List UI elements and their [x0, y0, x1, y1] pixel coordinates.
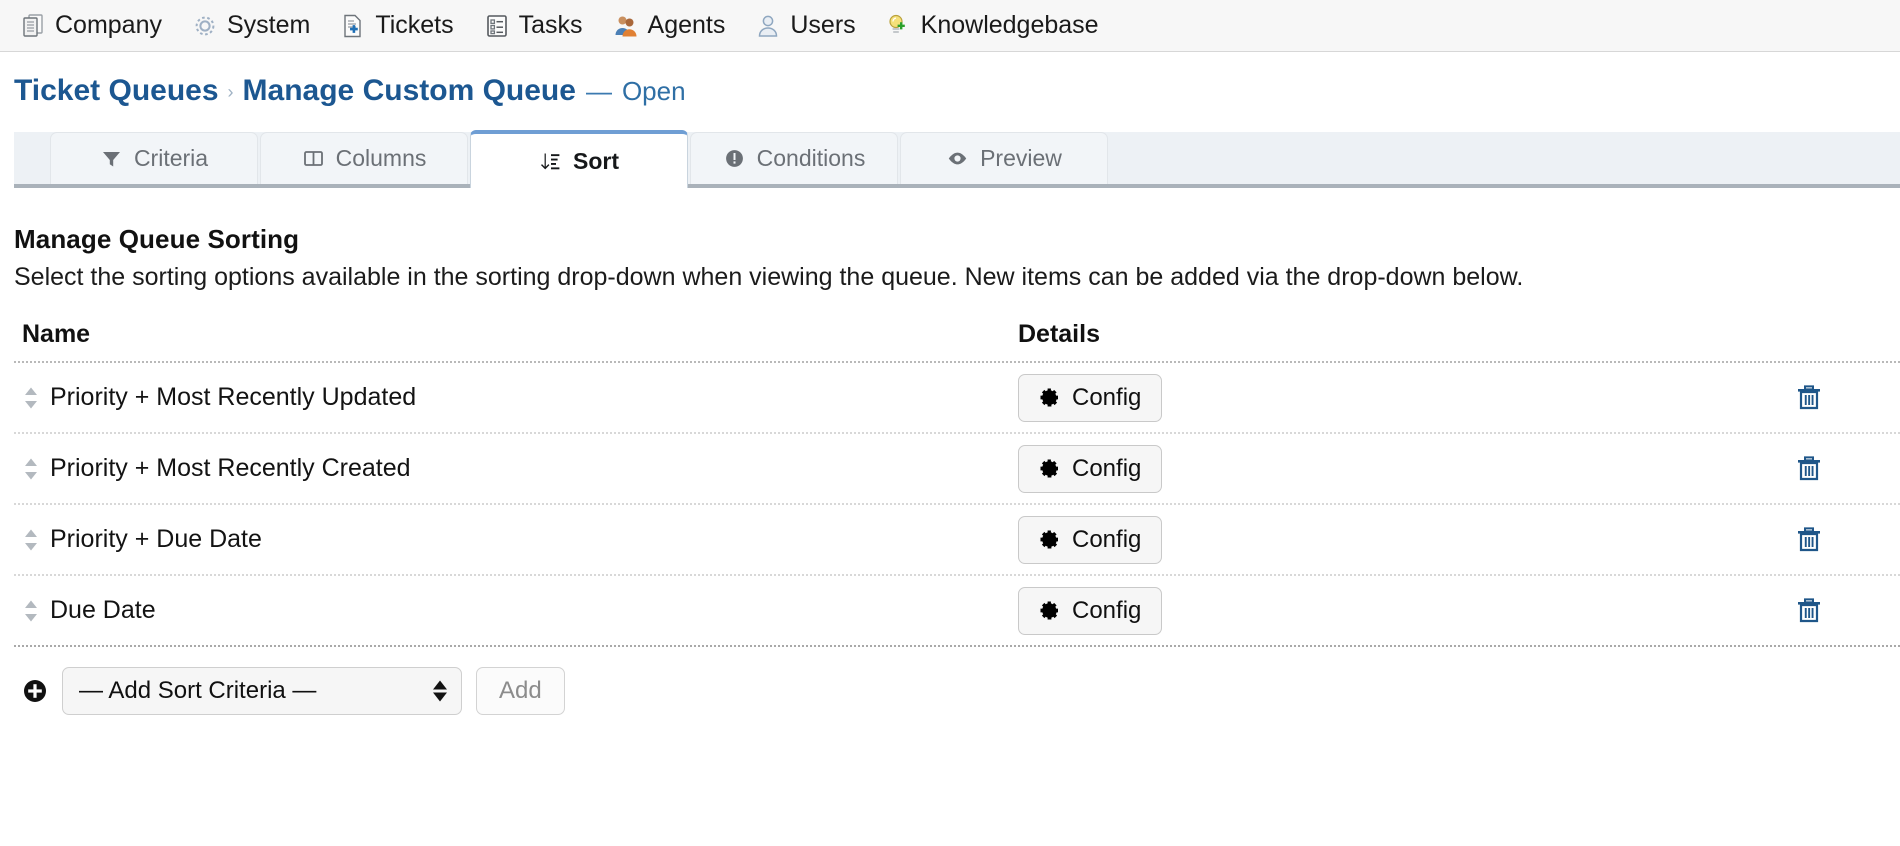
config-button[interactable]: Config [1018, 516, 1162, 564]
table-row: Priority + Due Date Config [14, 505, 1900, 576]
nav-item-company[interactable]: Company [20, 11, 162, 40]
table-header-row: Name Details [14, 320, 1900, 363]
tab-sort[interactable]: Sort [470, 130, 688, 188]
row-name-label: Priority + Most Recently Updated [50, 383, 416, 412]
row-details-cell: Config [1018, 374, 1720, 422]
tab-criteria[interactable]: Criteria [50, 132, 258, 184]
tab-label: Criteria [134, 145, 208, 172]
tab-bar-wrapper: Criteria Columns Sort [0, 132, 1900, 194]
column-header-name: Name [22, 320, 1018, 349]
agents-icon [613, 13, 639, 39]
nav-item-knowledgebase[interactable]: Knowledgebase [886, 11, 1099, 40]
nav-label: Knowledgebase [921, 11, 1099, 40]
column-header-details: Details [1018, 320, 1900, 349]
config-button[interactable]: Config [1018, 374, 1162, 422]
breadcrumb: Ticket Queues › Manage Custom Queue — Op… [0, 52, 1900, 118]
config-button[interactable]: Config [1018, 445, 1162, 493]
row-name-cell: Due Date [22, 596, 1018, 625]
sort-criteria-select-value: — Add Sort Criteria — [79, 677, 316, 705]
lightbulb-icon [886, 13, 912, 39]
add-sort-criteria-row: — Add Sort Criteria — Add [14, 647, 1886, 715]
row-action-cell [1720, 596, 1900, 626]
tab-label: Sort [573, 148, 619, 175]
checklist-icon [484, 13, 510, 39]
sort-criteria-select[interactable]: — Add Sort Criteria — [62, 667, 462, 715]
nav-item-users[interactable]: Users [755, 11, 855, 40]
nav-item-tasks[interactable]: Tasks [484, 11, 583, 40]
nav-label: Company [55, 11, 162, 40]
tab-label: Conditions [757, 145, 866, 172]
delete-icon[interactable] [1796, 383, 1824, 413]
breadcrumb-queue-state: Open [622, 76, 686, 107]
nav-label: Users [790, 11, 855, 40]
row-name-cell: Priority + Most Recently Created [22, 454, 1018, 483]
plus-circle-icon[interactable] [22, 678, 48, 704]
gear-icon [1039, 458, 1061, 480]
drag-handle-icon[interactable] [22, 385, 40, 411]
table-row: Priority + Most Recently Updated Config [14, 363, 1900, 434]
tab-conditions[interactable]: Conditions [690, 132, 898, 184]
nav-item-system[interactable]: System [192, 11, 310, 40]
delete-icon[interactable] [1796, 525, 1824, 555]
nav-item-tickets[interactable]: Tickets [340, 11, 453, 40]
nav-item-agents[interactable]: Agents [613, 11, 726, 40]
drag-handle-icon[interactable] [22, 527, 40, 553]
config-button-label: Config [1072, 455, 1141, 483]
row-name-cell: Priority + Due Date [22, 525, 1018, 554]
delete-icon[interactable] [1796, 454, 1824, 484]
breadcrumb-link-ticket-queues[interactable]: Ticket Queues [14, 74, 219, 108]
tab-preview[interactable]: Preview [900, 132, 1108, 184]
funnel-icon [100, 147, 123, 170]
documents-icon [20, 13, 46, 39]
tab-bar: Criteria Columns Sort [14, 132, 1900, 188]
tab-columns[interactable]: Columns [260, 132, 468, 184]
row-name-label: Due Date [50, 596, 156, 625]
drag-handle-icon[interactable] [22, 456, 40, 482]
gear-icon [192, 13, 218, 39]
nav-label: Tickets [375, 11, 453, 40]
sort-criteria-table: Name Details Priority + Most Recently Up… [14, 320, 1900, 647]
row-name-label: Priority + Most Recently Created [50, 454, 411, 483]
exclamation-circle-icon [723, 147, 746, 170]
nav-label: Tasks [519, 11, 583, 40]
columns-icon [302, 147, 325, 170]
config-button-label: Config [1072, 384, 1141, 412]
table-row: Due Date Config [14, 576, 1900, 647]
config-button-label: Config [1072, 526, 1141, 554]
gear-icon [1039, 600, 1061, 622]
breadcrumb-current-page: Manage Custom Queue [243, 74, 576, 108]
row-action-cell [1720, 383, 1900, 413]
row-action-cell [1720, 454, 1900, 484]
row-details-cell: Config [1018, 516, 1720, 564]
config-button-label: Config [1072, 597, 1141, 625]
row-details-cell: Config [1018, 587, 1720, 635]
nav-label: System [227, 11, 310, 40]
select-arrows-icon [433, 681, 447, 702]
delete-icon[interactable] [1796, 596, 1824, 626]
gear-icon [1039, 387, 1061, 409]
config-button[interactable]: Config [1018, 587, 1162, 635]
chevron-right-icon: › [219, 82, 243, 103]
top-navigation-bar: Company System Ticket [0, 0, 1900, 52]
row-name-cell: Priority + Most Recently Updated [22, 383, 1018, 412]
table-row: Priority + Most Recently Created Config [14, 434, 1900, 505]
row-name-label: Priority + Due Date [50, 525, 262, 554]
tab-label: Preview [980, 145, 1062, 172]
main-content: Manage Queue Sorting Select the sorting … [0, 194, 1900, 715]
page-description: Select the sorting options available in … [14, 261, 1884, 294]
sort-icon [539, 150, 562, 173]
page-title: Manage Queue Sorting [14, 224, 1886, 255]
nav-label: Agents [648, 11, 726, 40]
row-details-cell: Config [1018, 445, 1720, 493]
breadcrumb-dash: — [576, 76, 622, 107]
add-button[interactable]: Add [476, 667, 565, 715]
drag-handle-icon[interactable] [22, 598, 40, 624]
gear-icon [1039, 529, 1061, 551]
eye-icon [946, 147, 969, 170]
user-icon [755, 13, 781, 39]
ticket-page-icon [340, 13, 366, 39]
row-action-cell [1720, 525, 1900, 555]
tab-label: Columns [336, 145, 427, 172]
